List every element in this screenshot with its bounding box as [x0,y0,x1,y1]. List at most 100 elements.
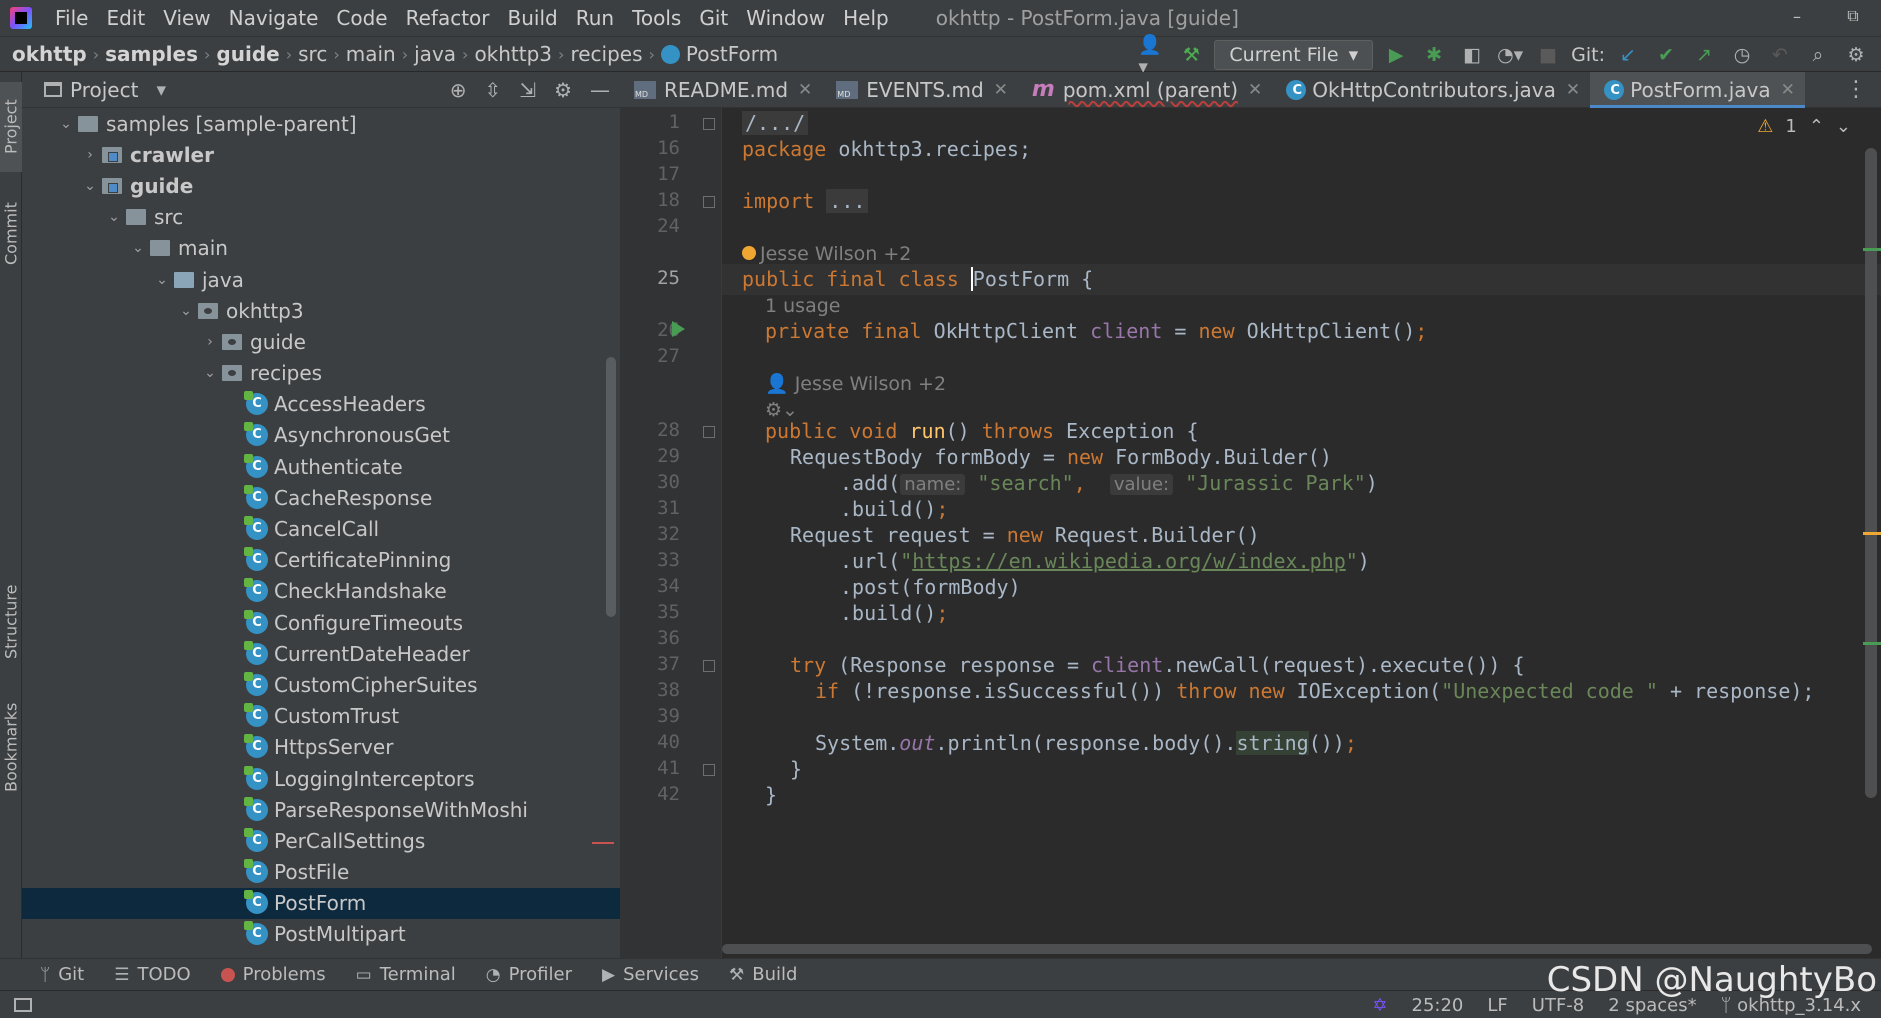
git-history-icon[interactable]: ◷ [1727,40,1757,70]
problems-tool-button[interactable]: Problems [220,964,326,985]
tree-item[interactable]: PerCallSettings [22,825,620,856]
line-number[interactable]: 41 [620,757,680,779]
hide-panel-icon[interactable]: — [590,78,610,102]
git-tool-button[interactable]: ᛘ Git [40,964,84,985]
fold-marker-icon[interactable] [703,118,715,130]
close-icon[interactable]: ✕ [1566,80,1580,100]
breadcrumb-samples[interactable]: samples [99,42,204,66]
tree-item[interactable]: CheckHandshake [22,576,620,607]
tree-item[interactable]: ConfigureTimeouts [22,607,620,638]
project-tool-tab[interactable]: Project [0,82,22,172]
restore-button[interactable]: ⧉ [1825,0,1881,32]
commit-tool-tab[interactable]: Commit [0,184,22,284]
fold-marker-icon[interactable] [703,764,715,776]
profiler-tool-button[interactable]: ◔ Profiler [486,964,572,985]
fold-marker-icon[interactable] [703,660,715,672]
fold-marker-icon[interactable] [703,426,715,438]
line-number[interactable]: 40 [620,731,680,753]
tree-item[interactable]: ⌄ recipes [22,358,620,389]
line-number[interactable]: 16 [620,137,680,159]
tree-item[interactable]: PostFile [22,857,620,888]
folded-imports[interactable]: ... [826,189,869,213]
chevron-down-icon[interactable]: ⌄ [102,209,126,225]
tree-item[interactable]: PostForm [22,887,620,919]
chevron-down-icon[interactable]: ⌄ [78,178,102,194]
git-update-icon[interactable]: ↙ [1613,40,1643,70]
tree-item[interactable]: › crawler [22,139,620,170]
line-number[interactable]: 37 [620,653,680,675]
line-number[interactable]: 31 [620,497,680,519]
chevron-up-icon[interactable]: ⌃ [1809,116,1824,137]
tree-item[interactable]: ⌄ main [22,233,620,264]
line-number[interactable]: 26 [620,319,680,341]
menu-build[interactable]: Build [499,0,567,36]
line-number[interactable]: 39 [620,705,680,727]
tool-windows-icon[interactable] [14,997,32,1012]
more-tabs-icon[interactable]: ⋮ [1845,72,1867,108]
line-number[interactable]: 38 [620,679,680,701]
close-icon[interactable]: ✕ [1781,80,1795,100]
chevron-down-icon[interactable]: ▾ [156,79,166,101]
tree-item[interactable]: Authenticate [22,451,620,482]
tree-item[interactable]: LoggingInterceptors [22,763,620,794]
menu-run[interactable]: Run [567,0,623,36]
line-number[interactable]: 35 [620,601,680,623]
tree-item[interactable]: ⌄ okhttp3 [22,295,620,326]
menu-file[interactable]: File [46,0,97,36]
tree-item[interactable]: HttpsServer [22,732,620,763]
change-marker[interactable] [1863,642,1881,645]
terminal-tool-button[interactable]: ▭ Terminal [356,964,456,985]
chevron-down-icon[interactable]: ⌄ [126,240,150,256]
tree-item[interactable]: › guide [22,326,620,357]
warning-marker[interactable] [1863,532,1881,535]
expand-all-icon[interactable]: ⇳ [485,78,502,102]
editor-vertical-scrollbar[interactable] [1865,148,1877,798]
tree-item[interactable]: ParseResponseWithMoshi [22,794,620,825]
tree-item[interactable]: CertificatePinning [22,545,620,576]
tab-events[interactable]: MD EVENTS.md ✕ [822,72,1018,108]
menu-edit[interactable]: Edit [97,0,154,36]
run-configuration-select[interactable]: Current File ▾ [1214,40,1374,70]
line-number[interactable]: 33 [620,549,680,571]
collapse-all-icon[interactable]: ⇲ [519,78,536,102]
line-separator[interactable]: LF [1487,995,1507,1016]
tab-readme[interactable]: MD README.md ✕ [620,72,822,108]
folded-comment[interactable]: /.../ [742,111,809,135]
menu-help[interactable]: Help [834,0,898,36]
project-panel-title[interactable]: Project [70,78,138,102]
line-number[interactable]: 17 [620,163,680,185]
tree-item[interactable]: CustomCipherSuites [22,669,620,700]
chevron-down-icon[interactable]: ⌄ [1836,116,1851,137]
menu-view[interactable]: View [154,0,219,36]
chevron-down-icon[interactable]: ⌄ [150,272,174,288]
user-dropdown-icon[interactable]: 👤▾ [1138,34,1168,78]
line-number[interactable]: 18 [620,189,680,211]
search-icon[interactable]: ⌕ [1803,40,1833,70]
settings-gear-icon[interactable]: ⚙ [1841,40,1871,70]
line-number[interactable]: 1 [620,111,680,133]
tree-item[interactable]: CustomTrust [22,701,620,732]
line-number[interactable]: 25 [620,267,680,289]
services-tool-button[interactable]: ▶ Services [602,964,699,985]
structure-tool-tab[interactable]: Structure [0,572,22,672]
change-marker[interactable] [1863,248,1881,251]
project-tree-scrollbar[interactable] [606,357,616,617]
inspection-widget[interactable]: ⚠ 1 ⌃ ⌄ [1757,116,1851,137]
menu-navigate[interactable]: Navigate [220,0,328,36]
line-number[interactable]: 30 [620,471,680,493]
minimize-button[interactable]: – [1769,0,1825,32]
chevron-down-icon[interactable]: ⌄ [54,116,78,132]
chevron-right-icon[interactable]: › [78,147,102,163]
breadcrumb-guide[interactable]: guide [210,42,285,66]
line-number[interactable]: 32 [620,523,680,545]
tab-postform[interactable]: PostForm.java ✕ [1590,71,1805,108]
code-editor[interactable]: 1 16 17 18 24 25 26 27 28 29 30 31 32 33 34 35 36 37 38 39 4… [620,108,1881,958]
breadcrumb-src[interactable]: src [292,42,333,66]
caret-position[interactable]: 25:20 [1412,995,1464,1016]
menu-git[interactable]: Git [690,0,737,36]
menu-window[interactable]: Window [737,0,834,36]
breadcrumb-okhttp[interactable]: okhttp [0,42,93,66]
git-commit-icon[interactable]: ✔ [1651,40,1681,70]
run-icon[interactable]: ▶ [1381,40,1411,70]
line-number[interactable]: 24 [620,215,680,237]
